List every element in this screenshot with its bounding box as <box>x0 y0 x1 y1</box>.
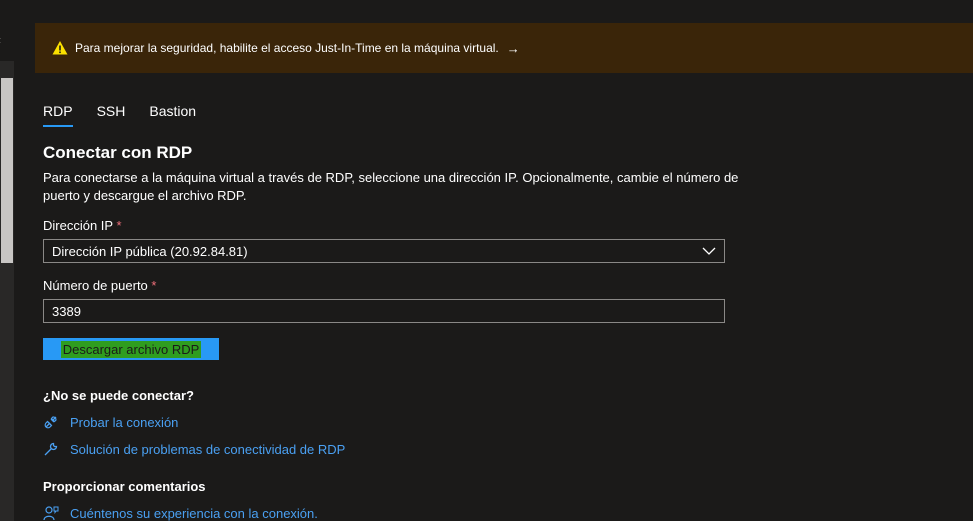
test-connection-link[interactable]: Probar la conexión <box>43 414 178 430</box>
left-scrollbar[interactable] <box>0 61 14 521</box>
ip-address-label-text: Dirección IP <box>43 218 113 233</box>
arrow-right-icon[interactable]: → <box>507 41 520 56</box>
tab-ssh[interactable]: SSH <box>97 103 126 127</box>
cant-connect-heading: ¿No se puede conectar? <box>43 388 194 403</box>
ip-address-select[interactable]: Dirección IP pública (20.92.84.81) <box>43 239 725 263</box>
chevron-down-icon <box>702 247 716 255</box>
ip-address-value: Dirección IP pública (20.92.84.81) <box>52 243 248 259</box>
left-panel-strip: ‹ <box>0 0 14 521</box>
warning-icon <box>52 41 68 55</box>
rdp-description: Para conectarse a la máquina virtual a t… <box>43 170 739 203</box>
required-indicator: * <box>151 278 157 293</box>
ip-address-label: Dirección IP * <box>43 218 122 233</box>
download-rdp-button-label: Descargar archivo RDP <box>60 340 202 358</box>
required-indicator: * <box>116 218 122 233</box>
wrench-icon <box>44 442 58 456</box>
feedback-label: Cuéntenos su experiencia con la conexión… <box>70 505 318 521</box>
plug-icon <box>44 416 57 429</box>
rdp-section-title: Conectar con RDP <box>43 143 193 162</box>
feedback-heading: Proporcionar comentarios <box>43 479 206 494</box>
collapse-chevron-icon[interactable]: ‹ <box>0 33 1 47</box>
port-number-input[interactable] <box>43 299 725 323</box>
jit-warning-banner[interactable]: Para mejorar la seguridad, habilite el a… <box>35 23 973 73</box>
rdp-troubleshoot-link[interactable]: Solución de problemas de conectividad de… <box>43 441 345 457</box>
tab-rdp[interactable]: RDP <box>43 103 73 127</box>
feedback-link[interactable]: Cuéntenos su experiencia con la conexión… <box>43 505 318 521</box>
port-number-label: Número de puerto * <box>43 278 156 293</box>
feedback-icon <box>43 506 59 521</box>
tab-bastion[interactable]: Bastion <box>149 103 196 127</box>
rdp-troubleshoot-label: Solución de problemas de conectividad de… <box>70 441 346 457</box>
download-rdp-button[interactable]: Descargar archivo RDP <box>43 338 219 360</box>
port-number-label-text: Número de puerto <box>43 278 148 293</box>
banner-text: Para mejorar la seguridad, habilite el a… <box>75 41 499 55</box>
test-connection-label: Probar la conexión <box>70 414 179 430</box>
left-scrollbar-thumb[interactable] <box>1 78 13 263</box>
connection-tabs: RDP SSH Bastion <box>43 103 220 127</box>
